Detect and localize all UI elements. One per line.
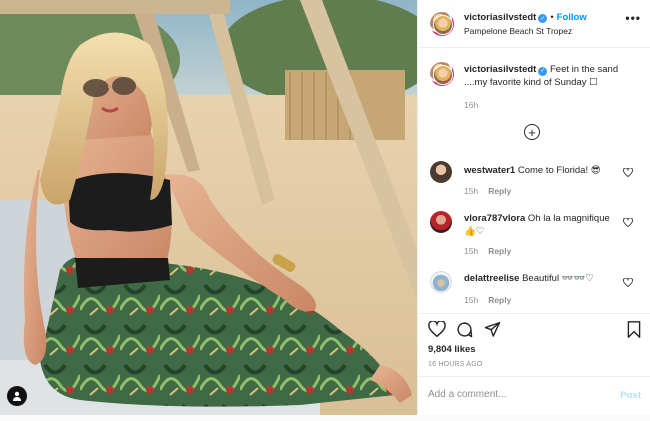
comment-text: Beautiful 👓👓♡ xyxy=(522,273,594,284)
reply-button[interactable]: Reply xyxy=(488,186,511,196)
author-username[interactable]: victoriasilvstedt xyxy=(464,12,536,23)
comment-like-icon[interactable] xyxy=(623,218,633,227)
instagram-post-modal: victoriasilvstedt ✓ • Follow Pampelone Beac… xyxy=(0,0,650,415)
add-comment-input[interactable] xyxy=(428,389,598,400)
comment-avatar[interactable] xyxy=(430,161,452,183)
comment-time[interactable]: 15h xyxy=(464,295,478,305)
header-title-row: victoriasilvstedt ✓ • Follow xyxy=(464,12,587,23)
comment-meta: 15h Reply xyxy=(464,295,511,305)
comment-meta: 15h Reply xyxy=(464,246,511,256)
comment-time[interactable]: 15h xyxy=(464,246,478,256)
post-comment-button[interactable]: Post xyxy=(620,390,641,401)
comment-bubble-icon[interactable] xyxy=(456,321,473,338)
reply-button[interactable]: Reply xyxy=(488,295,511,305)
comment-body: vlora787vlora Oh la la magnifique 👍♡ xyxy=(464,212,614,238)
comment-username[interactable]: westwater1 xyxy=(464,165,515,176)
comments-scroll-area[interactable]: victoriasilvstedt ✓ Feet in the sand ....… xyxy=(418,48,650,313)
comment-username[interactable]: delattreelise xyxy=(464,273,519,284)
likes-count[interactable]: 9,804 likes xyxy=(428,344,476,355)
save-bookmark-icon[interactable] xyxy=(627,321,641,338)
load-more-comments-icon[interactable]: + xyxy=(524,124,540,140)
tagged-users-button[interactable] xyxy=(7,386,27,406)
comment-like-icon[interactable] xyxy=(623,278,633,287)
beach-photo-illustration xyxy=(0,0,417,415)
more-options-icon[interactable]: ••• xyxy=(625,11,641,25)
like-heart-icon[interactable] xyxy=(428,321,446,337)
post-actions-bar xyxy=(418,313,650,341)
post-side-panel: victoriasilvstedt ✓ • Follow Pampelone Beac… xyxy=(417,0,650,415)
comment-body: westwater1 Come to Florida! 😎 xyxy=(464,164,614,177)
post-timestamp[interactable]: 16 HOURS AGO xyxy=(428,361,483,368)
share-paper-plane-icon[interactable] xyxy=(484,321,501,337)
comment-avatar[interactable] xyxy=(430,271,452,293)
caption-author-avatar[interactable] xyxy=(430,62,454,86)
comment-body: delattreelise Beautiful 👓👓♡ xyxy=(464,272,614,285)
comment-username[interactable]: vlora787vlora xyxy=(464,213,525,224)
reply-button[interactable]: Reply xyxy=(488,246,511,256)
verified-badge-icon: ✓ xyxy=(538,67,548,76)
caption-username[interactable]: victoriasilvstedt xyxy=(464,64,536,75)
post-photo[interactable] xyxy=(0,0,417,415)
comment-time[interactable]: 15h xyxy=(464,186,478,196)
comment-meta: 15h Reply xyxy=(464,186,511,196)
user-icon xyxy=(13,391,21,401)
comment-avatar[interactable] xyxy=(430,211,452,233)
add-comment-bar: Post xyxy=(418,376,650,415)
follow-button[interactable]: Follow xyxy=(557,12,587,23)
verified-badge-icon: ✓ xyxy=(538,14,548,23)
comment-like-icon[interactable] xyxy=(623,168,633,177)
post-header: victoriasilvstedt ✓ • Follow Pampelone Beac… xyxy=(418,0,650,48)
post-caption: victoriasilvstedt ✓ Feet in the sand ....… xyxy=(464,63,639,89)
post-location[interactable]: Pampelone Beach St Tropez xyxy=(464,26,572,36)
comment-text: Come to Florida! 😎 xyxy=(517,165,601,176)
caption-timestamp[interactable]: 16h xyxy=(464,100,478,110)
author-avatar[interactable] xyxy=(430,12,454,36)
separator-dot: • xyxy=(550,12,554,23)
